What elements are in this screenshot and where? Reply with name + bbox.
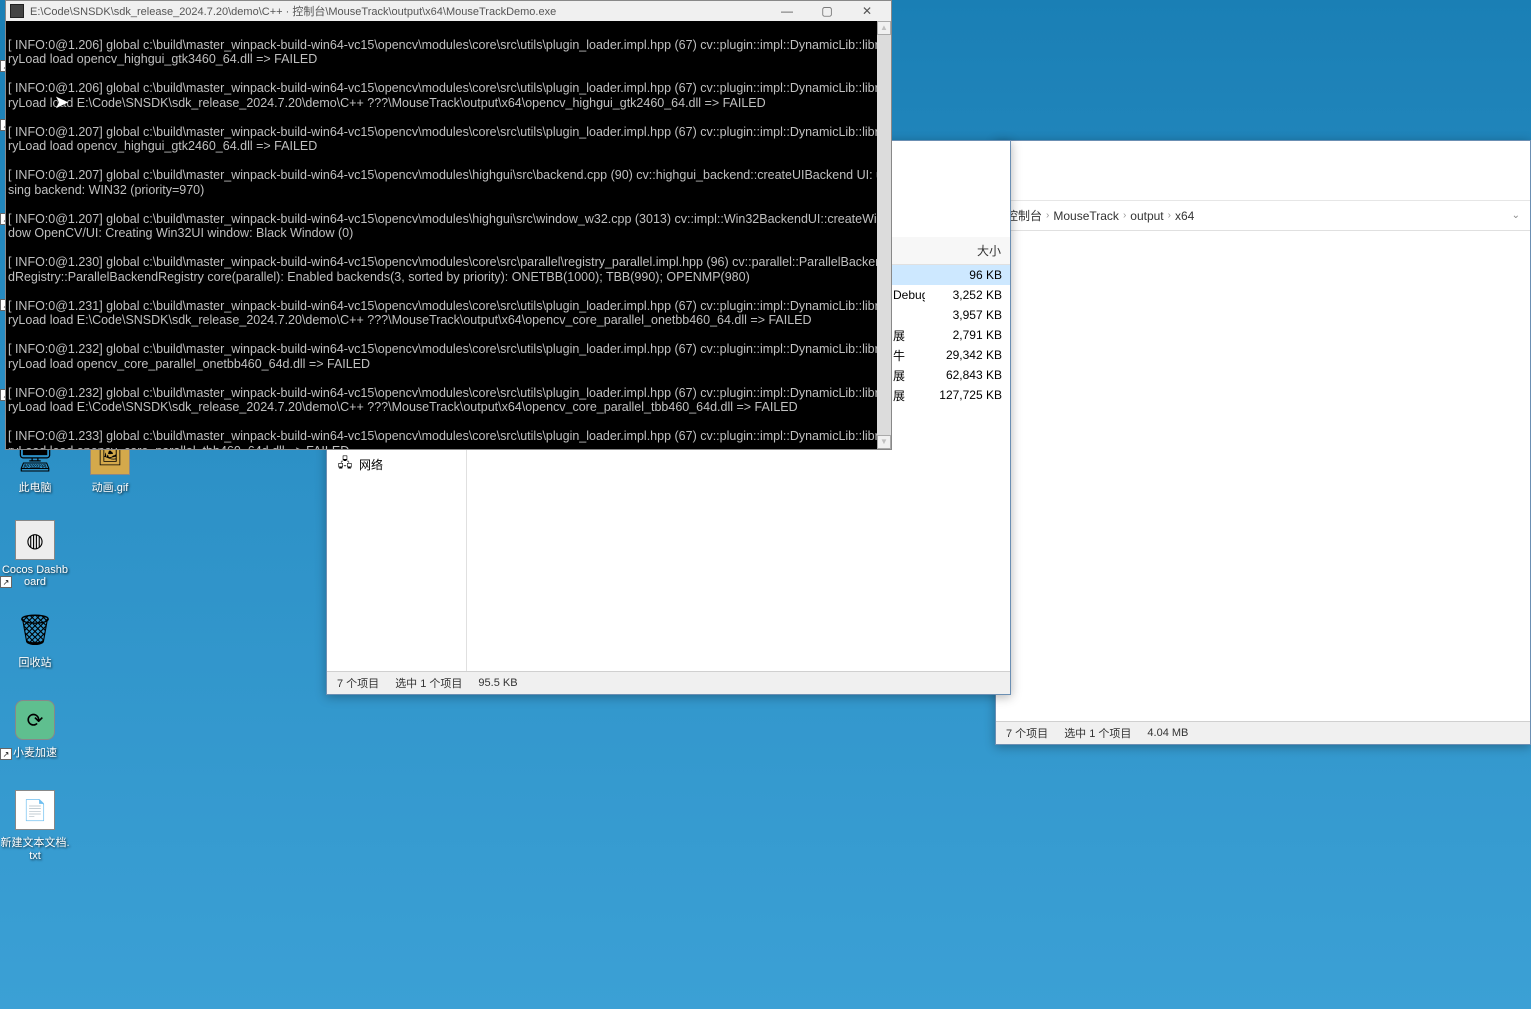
status-bar: 7 个项目 选中 1 个项目 4.04 MB: [996, 721, 1530, 744]
breadcrumb-item[interactable]: 控制台: [1006, 207, 1042, 224]
breadcrumb-bar[interactable]: 控制台 › MouseTrack › output › x64 ⌄: [996, 201, 1530, 231]
explorer-toolbar: [996, 141, 1530, 201]
close-button[interactable]: ✕: [847, 1, 887, 21]
file-size: 62,843 KB: [925, 368, 1010, 382]
nav-item-label: 网络: [359, 456, 383, 473]
status-selected: 选中 1 个项目: [1064, 725, 1131, 741]
chevron-right-icon: ›: [1168, 210, 1171, 221]
console-line: [ INFO:0@1.207] global c:\build\master_w…: [8, 125, 887, 154]
app-icon: ⟳↗: [15, 700, 55, 740]
trash-icon: 🗑: [15, 610, 55, 650]
console-titlebar[interactable]: E:\Code\SNSDK\sdk_release_2024.7.20\demo…: [6, 1, 891, 21]
scroll-up-icon[interactable]: ▲: [877, 21, 891, 35]
scroll-down-icon[interactable]: ▼: [877, 435, 891, 449]
txt-icon: 📄: [15, 790, 55, 830]
explorer-window-right[interactable]: 控制台 › MouseTrack › output › x64 ⌄ 7 个项目 选中 …: [995, 140, 1531, 745]
icon-label: 新建文本文档.txt: [0, 834, 70, 862]
shortcut-arrow-icon: ↗: [0, 576, 12, 588]
nav-item-network[interactable]: 🖧 网络: [327, 453, 466, 476]
maximize-button[interactable]: ▢: [807, 1, 847, 21]
chevron-right-icon: ›: [1046, 210, 1049, 221]
status-size: 95.5 KB: [478, 677, 517, 689]
app-icon: ◍↗: [15, 520, 55, 560]
console-line: [ INFO:0@1.207] global c:\build\master_w…: [8, 212, 887, 241]
console-line: [ INFO:0@1.207] global c:\build\master_w…: [8, 168, 887, 197]
console-line: [ INFO:0@1.231] global c:\build\master_w…: [8, 299, 887, 328]
shortcut-arrow-icon: ↗: [0, 748, 12, 760]
console-line: [ INFO:0@1.230] global c:\build\master_w…: [8, 255, 887, 284]
status-size: 4.04 MB: [1147, 727, 1188, 739]
breadcrumb-item[interactable]: output: [1130, 209, 1163, 223]
desktop-icon-cocos[interactable]: ◍↗ Cocos Dashboard: [0, 520, 70, 588]
desktop-icon-xiaomaiaccel[interactable]: ⟳↗ 小麦加速: [0, 700, 70, 760]
status-selected: 选中 1 个项目: [395, 675, 462, 691]
file-size: 96 KB: [925, 268, 1010, 282]
chevron-right-icon: ›: [1123, 210, 1126, 221]
file-listing-area: [996, 231, 1530, 721]
status-item-count: 7 个项目: [337, 675, 379, 691]
file-size: 127,725 KB: [925, 388, 1010, 402]
console-icon: [10, 4, 24, 18]
status-item-count: 7 个项目: [1006, 725, 1048, 741]
file-listing[interactable]: [996, 231, 1530, 721]
icon-label: 小麦加速: [13, 744, 57, 760]
file-size: 3,957 KB: [925, 308, 1010, 322]
file-size: 3,252 KB: [925, 288, 1010, 302]
console-window[interactable]: E:\Code\SNSDK\sdk_release_2024.7.20\demo…: [5, 0, 892, 450]
breadcrumb-item[interactable]: MouseTrack: [1053, 209, 1119, 223]
icon-label: 此电脑: [19, 479, 52, 495]
console-line: [ INFO:0@1.232] global c:\build\master_w…: [8, 342, 887, 371]
console-line: [ INFO:0@1.232] global c:\build\master_w…: [8, 386, 887, 415]
column-header-size[interactable]: 大小: [925, 242, 1010, 259]
console-line: [ INFO:0@1.206] global c:\build\master_w…: [8, 81, 887, 110]
minimize-button[interactable]: —: [767, 1, 807, 21]
desktop-icon-recycle-bin[interactable]: 🗑 回收站: [0, 610, 70, 670]
icon-label: 回收站: [19, 654, 52, 670]
scrollbar[interactable]: ▲ ▼: [877, 21, 891, 449]
console-output[interactable]: [ INFO:0@1.206] global c:\build\master_w…: [6, 21, 891, 449]
console-line: [ INFO:0@1.233] global c:\build\master_w…: [8, 429, 887, 449]
console-title: E:\Code\SNSDK\sdk_release_2024.7.20\demo…: [30, 3, 767, 19]
breadcrumb-item[interactable]: x64: [1175, 209, 1194, 223]
chevron-down-icon[interactable]: ⌄: [1512, 210, 1520, 221]
status-bar: 7 个项目 选中 1 个项目 95.5 KB: [327, 671, 1010, 694]
file-size: 29,342 KB: [925, 348, 1010, 362]
icon-label: 动画.gif: [92, 479, 129, 495]
file-size: 2,791 KB: [925, 328, 1010, 342]
console-line: [ INFO:0@1.206] global c:\build\master_w…: [8, 38, 887, 67]
network-icon: 🖧: [337, 457, 353, 473]
desktop-icon-newtxt[interactable]: 📄 新建文本文档.txt: [0, 790, 70, 862]
